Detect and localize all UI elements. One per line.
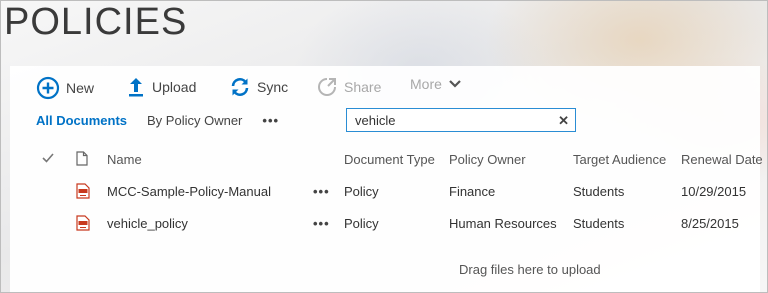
column-header-renewal-date[interactable]: Renewal Date <box>681 152 763 167</box>
more-label: More <box>410 76 442 92</box>
cell-policy-owner: Human Resources <box>449 216 557 231</box>
column-header-name[interactable]: Name <box>107 152 142 167</box>
pdf-file-icon <box>76 215 90 231</box>
view-all-documents[interactable]: All Documents <box>36 113 127 128</box>
file-type-header-icon[interactable] <box>76 151 88 169</box>
share-icon <box>318 78 336 96</box>
row-menu-button[interactable]: ••• <box>313 216 330 231</box>
sync-button[interactable]: Sync <box>229 76 288 98</box>
cell-policy-owner: Finance <box>449 184 496 199</box>
sync-icon <box>231 78 249 96</box>
page-title: POLICIES <box>4 1 188 43</box>
document-library-panel <box>10 66 760 293</box>
upload-button[interactable]: Upload <box>126 76 196 98</box>
row-menu-button[interactable]: ••• <box>313 184 330 199</box>
drag-upload-hint[interactable]: Drag files here to upload <box>459 262 601 277</box>
view-switcher: All Documents By Policy Owner ••• <box>36 113 279 128</box>
column-header-document-type[interactable]: Document Type <box>344 152 435 167</box>
search-box[interactable]: ✕ <box>346 108 576 132</box>
more-button[interactable]: More <box>410 76 462 92</box>
pdf-file-icon <box>76 183 90 199</box>
upload-label: Upload <box>152 79 197 95</box>
document-name-link[interactable]: MCC-Sample-Policy-Manual <box>107 184 271 199</box>
cell-document-type: Policy <box>344 184 379 199</box>
share-button[interactable]: Share <box>316 76 381 98</box>
cell-target-audience: Students <box>573 184 625 199</box>
upload-icon <box>129 78 143 97</box>
chevron-down-icon <box>449 80 461 88</box>
cell-renewal-date: 10/29/2015 <box>681 184 747 199</box>
sync-label: Sync <box>257 79 289 95</box>
new-button[interactable]: New <box>36 76 94 100</box>
cell-document-type: Policy <box>344 216 379 231</box>
cell-target-audience: Students <box>573 216 625 231</box>
share-label: Share <box>344 79 382 95</box>
column-header-policy-owner[interactable]: Policy Owner <box>449 152 526 167</box>
plus-circle-icon <box>36 76 60 100</box>
search-input[interactable] <box>353 112 547 129</box>
document-name-link[interactable]: vehicle_policy <box>107 216 188 231</box>
column-header-target-audience[interactable]: Target Audience <box>573 152 666 167</box>
clear-search-icon[interactable]: ✕ <box>558 113 569 129</box>
view-overflow-menu[interactable]: ••• <box>262 113 279 128</box>
view-by-policy-owner[interactable]: By Policy Owner <box>147 113 242 128</box>
select-all-checkmark-icon[interactable] <box>42 152 54 167</box>
new-label: New <box>66 80 95 96</box>
cell-renewal-date: 8/25/2015 <box>681 216 739 231</box>
